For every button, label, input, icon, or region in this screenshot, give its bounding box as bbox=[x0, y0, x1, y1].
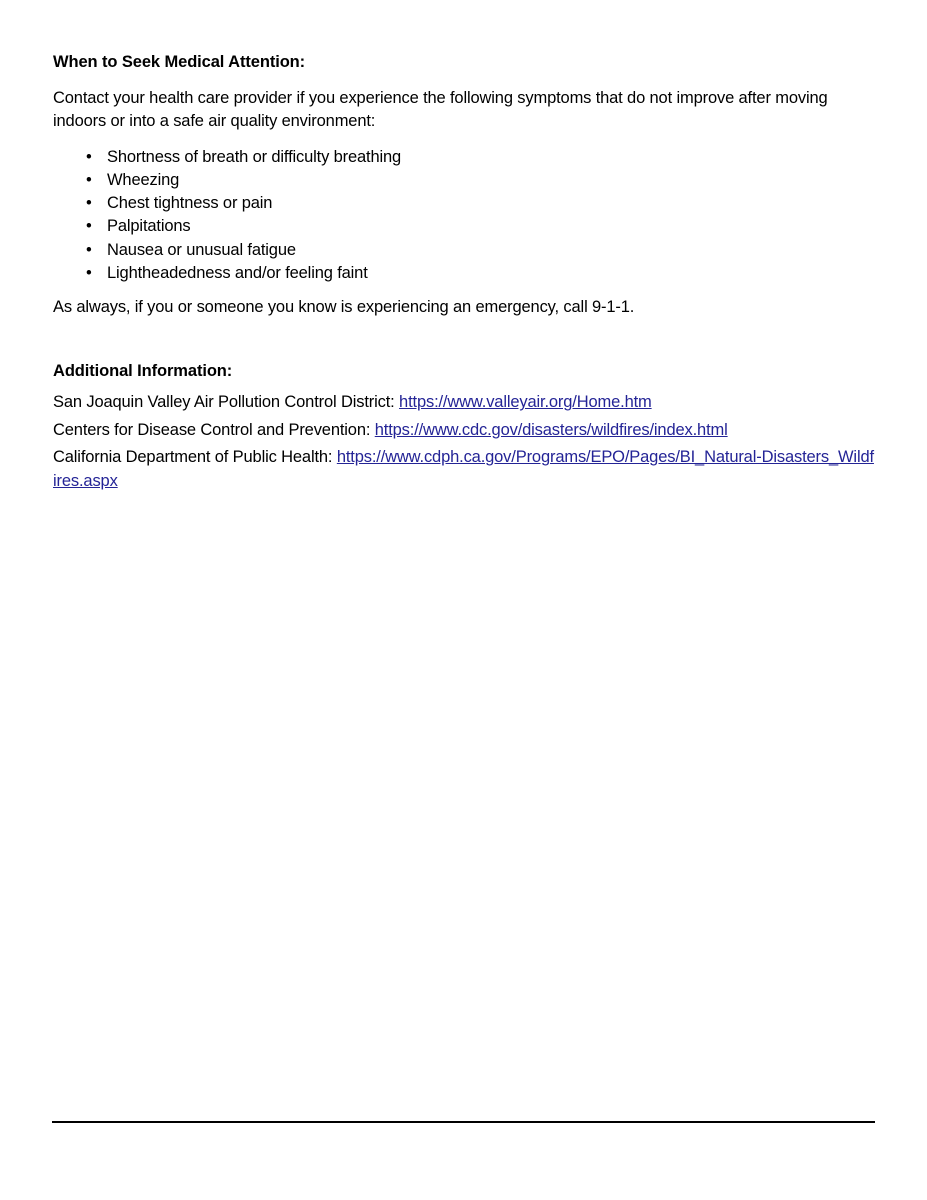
bullet-icon: • bbox=[86, 147, 92, 166]
list-item-label: Wheezing bbox=[107, 170, 180, 189]
document-body: When to Seek Medical Attention: Contact … bbox=[53, 52, 875, 498]
link-valleyair[interactable]: https://www.valleyair.org/Home.htm bbox=[399, 393, 652, 411]
link-cdc[interactable]: https://www.cdc.gov/disasters/wildfires/… bbox=[375, 421, 728, 439]
list-item: • Wheezing bbox=[53, 169, 875, 192]
medical-attention-heading: When to Seek Medical Attention: bbox=[53, 53, 306, 71]
footer-divider bbox=[52, 1121, 875, 1123]
list-item-label: Nausea or unusual fatigue bbox=[107, 240, 296, 259]
list-item: • Lightheadedness and/or feeling faint bbox=[53, 262, 875, 285]
list-item: • Shortness of breath or difficulty brea… bbox=[53, 146, 875, 169]
resource-line-valleyair: San Joaquin Valley Air Pollution Control… bbox=[53, 391, 875, 415]
list-item-label: Chest tightness or pain bbox=[107, 194, 273, 213]
bullet-icon: • bbox=[86, 170, 92, 189]
bullet-icon: • bbox=[86, 217, 92, 236]
document-page: When to Seek Medical Attention: Contact … bbox=[0, 0, 927, 1200]
list-item: • Nausea or unusual fatigue bbox=[53, 239, 875, 262]
list-item-label: Shortness of breath or difficulty breath… bbox=[107, 147, 402, 166]
list-item: • Chest tightness or pain bbox=[53, 192, 875, 215]
resource-label: Centers for Disease Control and Preventi… bbox=[53, 420, 375, 439]
emergency-note-paragraph: As always, if you or someone you know is… bbox=[53, 298, 635, 317]
additional-information-heading: Additional Information: bbox=[53, 361, 233, 380]
bullet-icon: • bbox=[86, 240, 92, 259]
resource-line-cdph: California Department of Public Health: … bbox=[53, 446, 875, 493]
medical-attention-intro-paragraph: Contact your health care provider if you… bbox=[53, 88, 828, 131]
bullet-icon: • bbox=[86, 194, 92, 213]
resource-label: California Department of Public Health: bbox=[53, 448, 337, 467]
list-item: • Palpitations bbox=[53, 215, 875, 238]
resource-line-cdc: Centers for Disease Control and Preventi… bbox=[53, 419, 875, 443]
resource-label: San Joaquin Valley Air Pollution Control… bbox=[53, 393, 400, 412]
bullet-icon: • bbox=[86, 263, 92, 282]
list-item-label: Palpitations bbox=[107, 217, 191, 236]
symptom-list: • Shortness of breath or difficulty brea… bbox=[53, 146, 875, 286]
list-item-label: Lightheadedness and/or feeling faint bbox=[107, 263, 368, 282]
